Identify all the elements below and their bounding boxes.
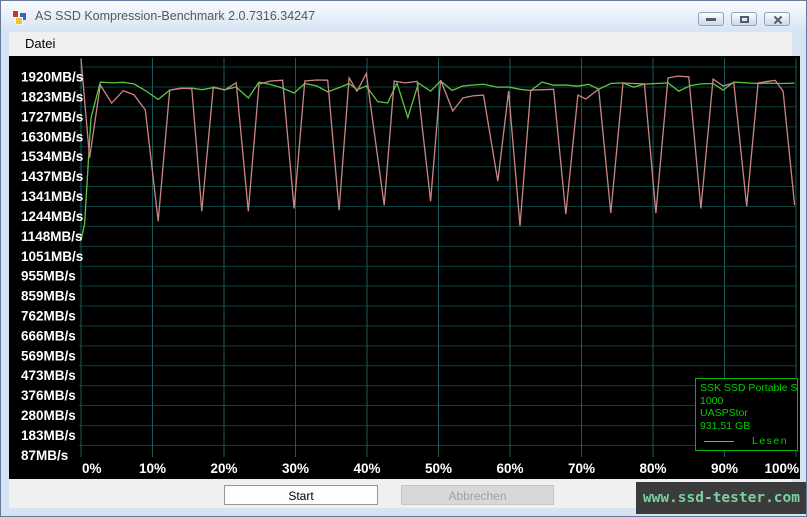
- svg-text:30%: 30%: [282, 461, 309, 476]
- svg-text:40%: 40%: [353, 461, 380, 476]
- svg-text:1244MB/s: 1244MB/s: [21, 209, 83, 224]
- watermark-text: www.ssd-tester.com: [643, 490, 800, 506]
- window-title: AS SSD Kompression-Benchmark 2.0.7316.34…: [35, 9, 315, 23]
- svg-text:87MB/s: 87MB/s: [21, 448, 68, 463]
- cancel-button[interactable]: Abbrechen: [401, 485, 554, 505]
- app-window: AS SSD Kompression-Benchmark 2.0.7316.34…: [0, 0, 807, 517]
- lesen-line-swatch: [704, 441, 734, 442]
- minimize-button[interactable]: [698, 12, 724, 26]
- legend-label-lesen: Lesen: [752, 435, 788, 448]
- legend-label-schreiben: Schreiben: [736, 451, 797, 452]
- chart-legend: SSK SSD Portable S 1000 UASPStor 931,51 …: [695, 378, 798, 451]
- title-bar: AS SSD Kompression-Benchmark 2.0.7316.34…: [1, 1, 806, 32]
- legend-device-name: SSK SSD Portable S: [700, 382, 797, 395]
- svg-text:1727MB/s: 1727MB/s: [21, 109, 83, 124]
- svg-text:100%: 100%: [764, 461, 799, 476]
- svg-text:1341MB/s: 1341MB/s: [21, 189, 83, 204]
- legend-entry-schreiben: Schreiben: [700, 451, 797, 452]
- app-icon: [12, 9, 28, 25]
- legend-driver: UASPStor: [700, 407, 797, 420]
- minimize-icon: [706, 18, 716, 21]
- menu-item-datei[interactable]: Datei: [25, 32, 62, 51]
- legend-device-model: 1000: [700, 395, 797, 408]
- benchmark-chart: 1920MB/s 1823MB/s 1727MB/s 1630MB/s 1534MB/s…: [9, 56, 800, 479]
- legend-capacity: 931,51 GB: [700, 420, 797, 433]
- svg-text:473MB/s: 473MB/s: [21, 368, 76, 383]
- app-icon-yellow-square: [15, 17, 23, 25]
- svg-text:183MB/s: 183MB/s: [21, 428, 76, 443]
- window-controls: [698, 12, 790, 26]
- svg-text:280MB/s: 280MB/s: [21, 408, 76, 423]
- svg-text:1534MB/s: 1534MB/s: [21, 149, 83, 164]
- watermark-banner: www.ssd-tester.com: [636, 482, 806, 514]
- svg-text:859MB/s: 859MB/s: [21, 289, 76, 304]
- menu-bar: Datei: [9, 32, 792, 56]
- svg-text:1148MB/s: 1148MB/s: [21, 229, 83, 244]
- svg-text:20%: 20%: [210, 461, 237, 476]
- svg-text:10%: 10%: [139, 461, 166, 476]
- svg-text:1437MB/s: 1437MB/s: [21, 169, 83, 184]
- svg-text:569MB/s: 569MB/s: [21, 348, 76, 363]
- svg-text:955MB/s: 955MB/s: [21, 269, 76, 284]
- svg-text:762MB/s: 762MB/s: [21, 309, 76, 324]
- svg-text:1823MB/s: 1823MB/s: [21, 90, 83, 105]
- start-button[interactable]: Start: [224, 485, 378, 505]
- svg-text:60%: 60%: [496, 461, 523, 476]
- svg-text:376MB/s: 376MB/s: [21, 388, 76, 403]
- svg-text:1630MB/s: 1630MB/s: [21, 129, 83, 144]
- maximize-button[interactable]: [731, 12, 757, 26]
- svg-text:50%: 50%: [425, 461, 452, 476]
- legend-entry-lesen: Lesen: [700, 435, 797, 448]
- maximize-icon: [740, 16, 749, 23]
- chart-plot: 1920MB/s 1823MB/s 1727MB/s 1630MB/s 1534MB/s…: [9, 56, 800, 479]
- svg-text:90%: 90%: [711, 461, 738, 476]
- svg-text:1920MB/s: 1920MB/s: [21, 70, 83, 85]
- svg-text:0%: 0%: [82, 461, 102, 476]
- close-button[interactable]: [764, 12, 790, 26]
- svg-text:70%: 70%: [568, 461, 595, 476]
- svg-text:80%: 80%: [639, 461, 666, 476]
- svg-text:1051MB/s: 1051MB/s: [21, 249, 83, 264]
- svg-text:666MB/s: 666MB/s: [21, 328, 76, 343]
